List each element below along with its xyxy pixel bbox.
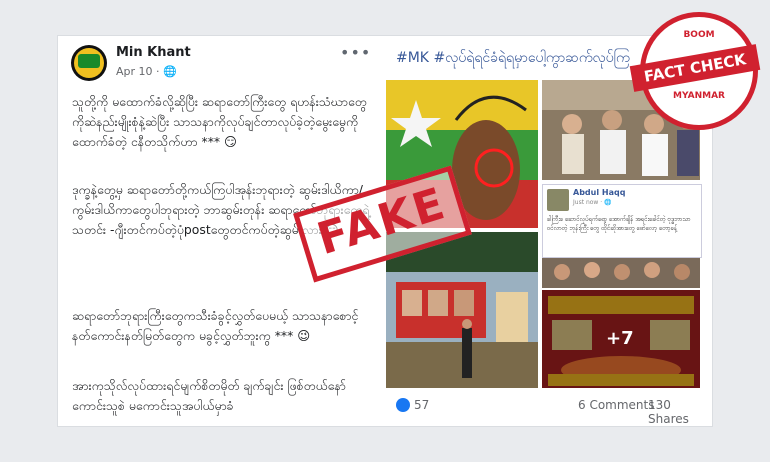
more-options-button[interactable]: ••• bbox=[340, 43, 371, 62]
like-count[interactable]: 57 bbox=[414, 398, 429, 412]
boom-fact-check-badge: BOOM FACT CHECK MYANMAR bbox=[629, 12, 761, 130]
embedded-author: Abdul Haqq bbox=[573, 188, 626, 197]
share-count[interactable]: 130 Shares bbox=[648, 398, 712, 426]
post-image-offering[interactable]: +7 bbox=[542, 290, 700, 388]
comment-count[interactable]: 6 Comments bbox=[578, 398, 655, 412]
post-date[interactable]: Apr 10 · 🌐 bbox=[116, 65, 177, 78]
post-image-billboard[interactable] bbox=[386, 232, 538, 388]
badge-country: MYANMAR bbox=[673, 91, 725, 101]
embedded-time: Just now · 🌐 bbox=[573, 199, 612, 206]
globe-icon: 🌐 bbox=[163, 65, 177, 78]
billboard-photo-graphic bbox=[386, 232, 538, 388]
post-paragraph-4: အားကုသိုလ်လုပ်ထားရင်မျက်စိတမိုတ် ချက်ချင… bbox=[72, 378, 346, 413]
crowd-photo-graphic bbox=[542, 258, 700, 288]
post-paragraph-1: သူတို့ကို မထောက်ခံလို့ဆိုပြီး ဆရာတော်ကြီ… bbox=[72, 94, 367, 149]
boom-brand: BOOM bbox=[683, 30, 715, 40]
post-paragraph-3: ဆရာတော်ဘုရားကြီးတွေကသီးခံခွင့်လွှတ်ပေမယ့… bbox=[72, 308, 359, 343]
like-reaction-icon bbox=[396, 398, 410, 412]
more-images-count[interactable]: +7 bbox=[606, 328, 634, 349]
fact-check-banner: FACT CHECK bbox=[629, 44, 761, 92]
embedded-text: ခါကြီးခ ဆောင်လုပ်ရက်ရော့ အောက်ချိန် အရင်… bbox=[547, 216, 691, 232]
embedded-avatar bbox=[547, 189, 569, 211]
avatar[interactable] bbox=[71, 45, 107, 81]
post-image-crowd[interactable] bbox=[542, 258, 700, 288]
post-date-text: Apr 10 · bbox=[116, 65, 164, 78]
post-image-embedded-screenshot[interactable]: Abdul Haqq Just now · 🌐 ခါကြီးခ ဆောင်လုပ… bbox=[542, 184, 702, 258]
post-author[interactable]: Min Khant bbox=[116, 45, 191, 60]
